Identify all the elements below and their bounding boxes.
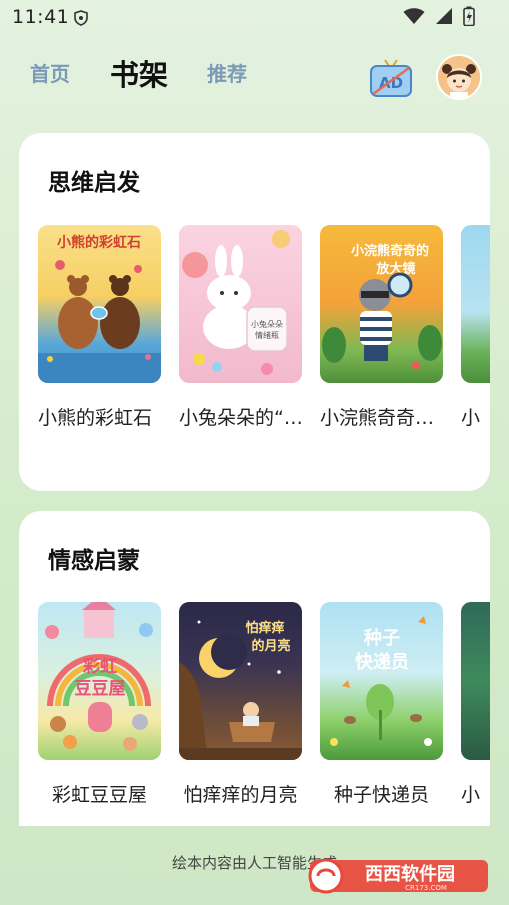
book-title: 种子快递员 [333, 784, 429, 806]
girl-avatar-icon [438, 56, 480, 98]
svg-text:的月亮: 的月亮 [251, 638, 290, 654]
tab-recommend[interactable]: 推荐 [207, 58, 247, 87]
book-title: 小熊的彩虹石 [38, 407, 153, 429]
shield-icon [74, 10, 88, 26]
user-avatar[interactable] [436, 54, 482, 100]
book-item[interactable]: 小 [461, 225, 490, 430]
book-cover[interactable]: 小浣熊奇奇的 放大镜 [320, 225, 443, 383]
section-emotion: 情感启蒙 彩虹 豆豆屋 彩虹豆豆屋 怕痒痒 的月亮 怕痒痒的月亮 种子 快递员 … [19, 511, 490, 826]
svg-text:小兔朵朵: 小兔朵朵 [251, 319, 283, 329]
top-nav: 首页 书架 推荐 AD [0, 50, 509, 100]
book-title: 小 [461, 407, 481, 429]
no-ad-icon: AD [370, 59, 412, 97]
svg-text:CR173.COM: CR173.COM [405, 884, 447, 892]
svg-text:小浣熊奇奇的: 小浣熊奇奇的 [351, 243, 429, 259]
book-cover[interactable]: 小熊的彩虹石 [38, 225, 161, 383]
signal-icon [436, 8, 452, 24]
svg-text:情绪瓶: 情绪瓶 [255, 330, 279, 340]
svg-text:彩虹: 彩虹 [82, 657, 117, 677]
rainbow-house-cover-image: 彩虹 豆豆屋 [45, 602, 153, 751]
book-item[interactable]: 小浣熊奇奇的 放大镜 小浣熊奇奇… [320, 225, 443, 430]
svg-text:种子: 种子 [363, 627, 400, 649]
status-bar: 11:41 [0, 0, 509, 36]
seed-courier-cover-image: 种子 快递员 [330, 616, 432, 746]
book-title: 彩虹豆豆屋 [51, 784, 147, 806]
book-item[interactable]: 彩虹 豆豆屋 彩虹豆豆屋 [38, 602, 161, 807]
tab-home[interactable]: 首页 [30, 58, 70, 87]
raccoon-cover-image: 小浣熊奇奇的 放大镜 [322, 243, 442, 369]
section-title: 情感启蒙 [48, 548, 140, 574]
book-title: 小 [461, 784, 481, 806]
svg-text:小熊的彩虹石: 小熊的彩虹石 [57, 234, 141, 251]
svg-text:怕痒痒: 怕痒痒 [245, 620, 284, 636]
svg-text:西西软件园: 西西软件园 [365, 863, 455, 885]
bunny-cover-image: 小兔朵朵 情绪瓶 [182, 230, 290, 375]
book-item[interactable]: 小 [461, 602, 490, 807]
section-title: 思维启发 [48, 170, 140, 196]
book-cover[interactable]: 小兔朵朵 情绪瓶 [179, 225, 302, 383]
bear-cover-image: 小熊的彩虹石 [38, 234, 161, 383]
book-item[interactable]: 怕痒痒 的月亮 怕痒痒的月亮 [179, 602, 302, 807]
book-cover[interactable]: 种子 快递员 [320, 602, 443, 760]
book-item[interactable]: 小熊的彩虹石 小熊的彩虹石 [38, 225, 161, 430]
book-cover[interactable]: 怕痒痒 的月亮 [179, 602, 302, 760]
book-title: 怕痒痒的月亮 [183, 784, 298, 806]
tab-bookshelf[interactable]: 书架 [110, 52, 168, 94]
svg-text:AD: AD [379, 74, 403, 92]
wifi-icon [403, 8, 425, 24]
watermark-logo: 西西软件园 CR173.COM [308, 858, 488, 894]
book-cover[interactable] [461, 225, 490, 383]
book-title: 小兔朵朵的“… [179, 407, 302, 429]
book-cover[interactable] [461, 602, 490, 760]
battery-icon [463, 6, 475, 26]
svg-text:豆豆屋: 豆豆屋 [75, 679, 126, 699]
remove-ads-button[interactable]: AD [368, 58, 414, 100]
book-title: 小浣熊奇奇… [320, 407, 435, 429]
book-item[interactable]: 种子 快递员 种子快递员 [320, 602, 443, 807]
moon-cover-image: 怕痒痒 的月亮 [179, 620, 302, 760]
book-item[interactable]: 小兔朵朵 情绪瓶 小兔朵朵的“… [179, 225, 302, 430]
site-watermark: 西西软件园 CR173.COM [304, 852, 492, 896]
svg-text:快递员: 快递员 [355, 651, 409, 673]
status-time: 11:41 [12, 6, 70, 28]
section-thinking: 思维启发 小熊的彩虹石 小熊的彩虹石 小兔朵朵 情绪瓶 小兔朵朵的“… 小浣熊奇… [19, 133, 490, 491]
book-cover[interactable]: 彩虹 豆豆屋 [38, 602, 161, 760]
